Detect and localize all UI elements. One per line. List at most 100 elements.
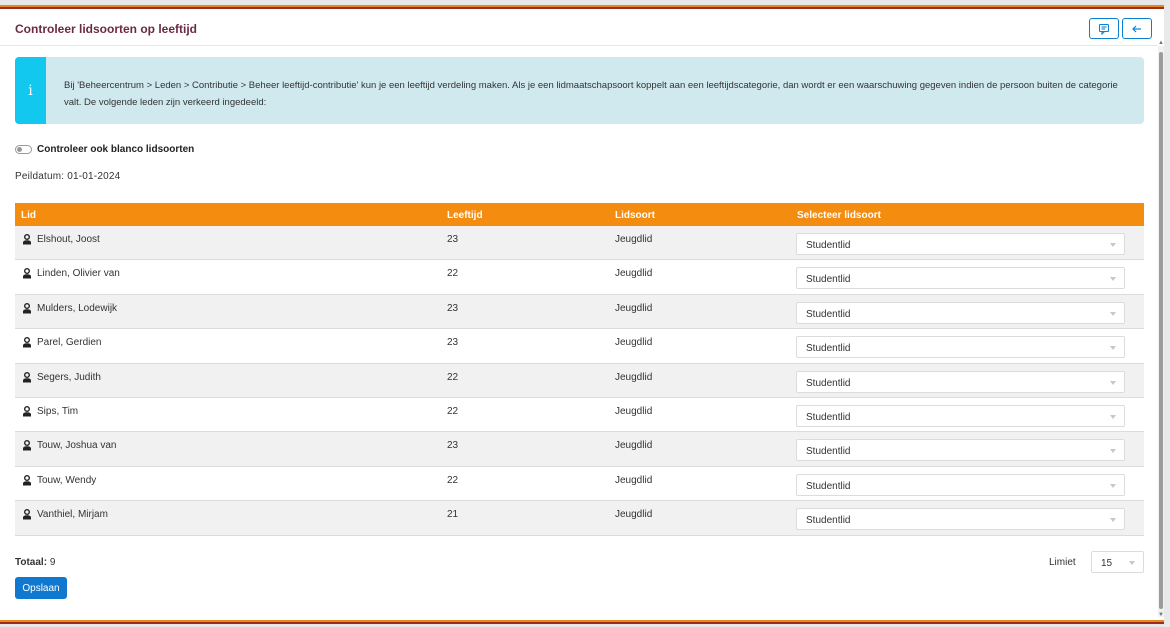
member-type: Jeugdlid [615,337,653,349]
member-age: 23 [447,337,459,349]
column-header-leeftijd: Leeftijd [447,210,483,221]
blank-types-toggle[interactable] [15,145,32,154]
member-name[interactable]: Mulders, Lodewijk [37,303,117,314]
user-icon [23,474,31,486]
scrollbar-thumb[interactable] [1159,52,1163,609]
column-header-selecteer-lidsoort: Selecteer lidsoort [797,210,881,221]
table-row: Mulders, Lodewijk 23 Jeugdlid Studentlid [15,294,1144,330]
table-header: Lid Leeftijd Lidsoort Selecteer lidsoort [15,203,1144,226]
total-count: Totaal: 9 [15,557,55,568]
select-value: Studentlid [806,515,851,527]
back-button[interactable] [1122,18,1152,39]
member-type-select[interactable]: Studentlid [796,267,1125,290]
member-type: Jeugdlid [615,440,653,452]
member-age: 22 [447,405,459,417]
column-header-lidsoort: Lidsoort [615,210,655,221]
select-value: Studentlid [806,343,851,355]
limit-select[interactable]: 15 [1091,551,1144,573]
save-button[interactable]: Opslaan [15,577,67,599]
table-row: Parel, Gerdien 23 Jeugdlid Studentlid [15,329,1144,364]
page-header: Controleer lidsoorten op leeftijd [0,11,1158,46]
member-name[interactable]: Segers, Judith [37,372,101,383]
page-window: Controleer lidsoorten op leeftijd i Bij … [0,0,1164,627]
table-row: Linden, Olivier van 22 Jeugdlid Studentl… [15,260,1144,295]
toggle-knob [17,147,22,152]
table-row: Touw, Joshua van 23 Jeugdlid Studentlid [15,432,1144,467]
info-text: Bij 'Beheercentrum > Leden > Contributie… [64,80,1118,108]
chevron-down-icon [1129,561,1135,565]
user-icon [23,302,31,314]
table-row: Touw, Wendy 22 Jeugdlid Studentlid [15,466,1144,502]
member-name[interactable]: Elshout, Joost [37,234,100,245]
member-type-select[interactable]: Studentlid [796,439,1125,462]
limit-label: Limiet [1049,557,1076,568]
member-age: 23 [447,440,459,452]
table-row: Elshout, Joost 23 Jeugdlid Studentlid [15,226,1144,261]
members-table: Lid Leeftijd Lidsoort Selecteer lidsoort… [15,203,1144,536]
member-type-select[interactable]: Studentlid [796,370,1125,393]
member-type: Jeugdlid [615,268,653,280]
member-age: 23 [447,234,459,245]
member-type-select[interactable]: Studentlid [796,473,1125,496]
member-type: Jeugdlid [615,509,653,521]
total-label: Totaal: [15,557,48,568]
info-alert: i Bij 'Beheercentrum > Leden > Contribut… [15,57,1144,124]
user-icon [23,371,31,383]
member-name[interactable]: Touw, Wendy [37,475,96,486]
scroll-down-icon[interactable]: ▼ [1158,612,1164,618]
chevron-down-icon [1110,380,1116,385]
table-row: Vanthiel, Mirjam 21 Jeugdlid Studentlid [15,501,1144,536]
member-name[interactable]: Parel, Gerdien [37,337,101,348]
member-type: Jeugdlid [615,405,653,417]
member-age: 22 [447,268,459,280]
table-body: Elshout, Joost 23 Jeugdlid Studentlid Li… [15,226,1144,536]
comment-icon [1098,23,1110,35]
user-icon [23,268,31,279]
comment-button[interactable] [1089,18,1119,39]
limit-value: 15 [1101,558,1113,569]
select-value: Studentlid [806,274,851,286]
blank-types-toggle-row: Controleer ook blanco lidsoorten [15,144,194,155]
member-age: 22 [447,474,459,486]
member-type: Jeugdlid [615,234,653,245]
member-type: Jeugdlid [615,474,653,486]
table-row: Segers, Judith 22 Jeugdlid Studentlid [15,363,1144,398]
member-name[interactable]: Vanthiel, Mirjam [37,509,108,520]
member-age: 22 [447,371,459,383]
scroll-up-icon[interactable]: ▲ [1158,40,1164,46]
table-row: Sips, Tim 22 Jeugdlid Studentlid [15,397,1144,433]
member-type-select[interactable]: Studentlid [796,336,1125,359]
member-name[interactable]: Sips, Tim [37,406,78,417]
user-icon [23,234,31,245]
bottom-brand-stripe [0,618,1164,627]
top-brand-stripe [0,0,1164,11]
select-value: Studentlid [806,480,851,492]
info-icon: i [15,57,46,124]
select-value: Studentlid [806,377,851,389]
member-name[interactable]: Linden, Olivier van [37,268,120,279]
member-type-select[interactable]: Studentlid [796,508,1125,531]
user-icon [23,509,31,520]
member-age: 21 [447,509,459,521]
select-value: Studentlid [806,240,851,251]
select-value: Studentlid [806,446,851,458]
member-name[interactable]: Touw, Joshua van [37,440,117,451]
select-value: Studentlid [806,411,851,423]
chevron-down-icon [1110,483,1116,488]
member-type-select[interactable]: Studentlid [796,233,1125,255]
arrow-left-icon [1132,25,1141,32]
member-type-select[interactable]: Studentlid [796,404,1125,427]
column-header-lid: Lid [21,210,36,221]
chevron-down-icon [1110,414,1116,419]
user-icon [23,405,31,417]
chevron-down-icon [1110,449,1116,454]
vertical-scrollbar[interactable]: ▲ ▼ [1158,40,1164,618]
chevron-down-icon [1110,346,1116,351]
chevron-down-icon [1110,518,1116,523]
toggle-label: Controleer ook blanco lidsoorten [37,144,195,155]
chevron-down-icon [1110,311,1116,316]
member-type: Jeugdlid [615,302,653,314]
select-value: Studentlid [806,308,851,320]
member-type-select[interactable]: Studentlid [796,301,1125,324]
member-type: Jeugdlid [615,371,653,383]
